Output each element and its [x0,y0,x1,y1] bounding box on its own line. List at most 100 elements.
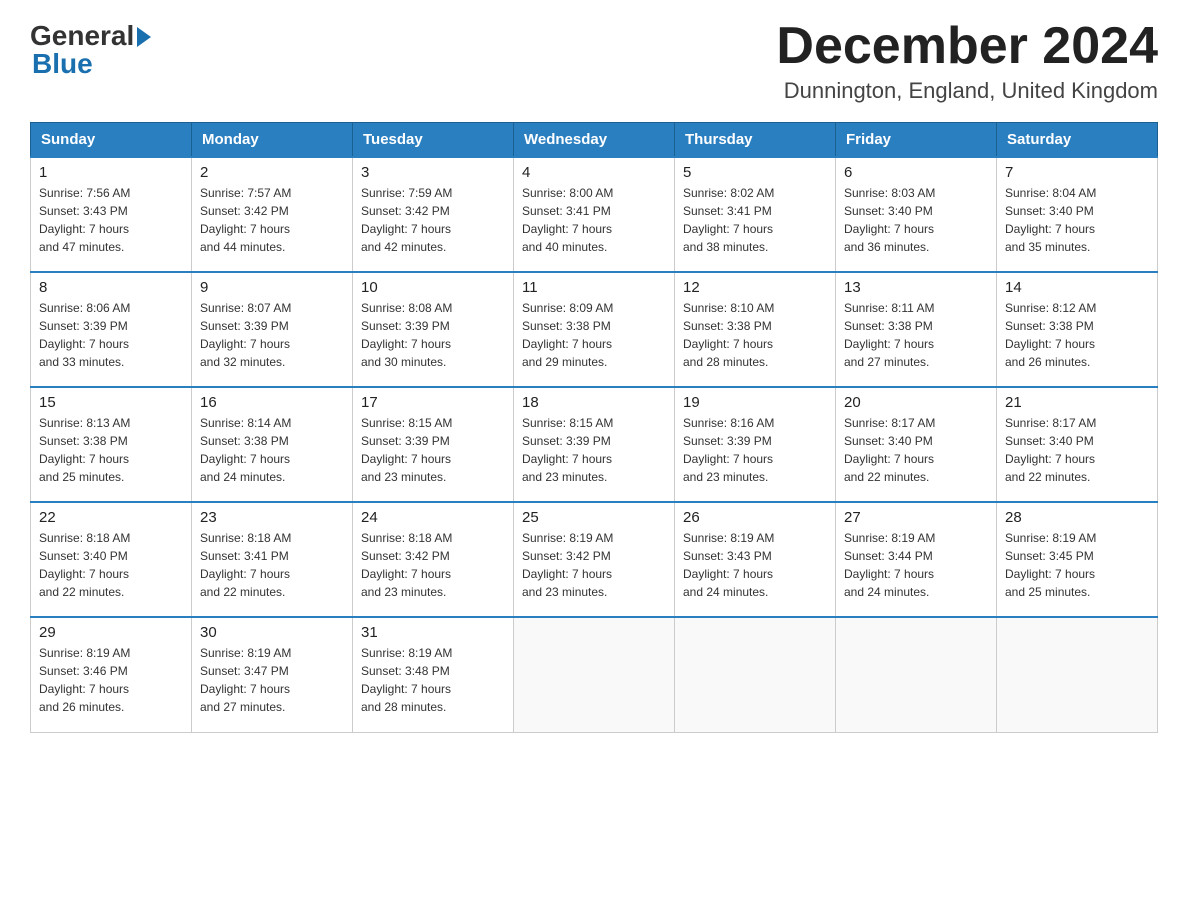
calendar-cell: 8 Sunrise: 8:06 AMSunset: 3:39 PMDaylight… [31,272,192,387]
weekday-header-tuesday: Tuesday [353,123,514,158]
calendar-cell: 29Sunrise: 8:19 AMSunset: 3:46 PMDayligh… [31,617,192,732]
weekday-header-friday: Friday [836,123,997,158]
weekday-header-sunday: Sunday [31,123,192,158]
calendar-cell: 4Sunrise: 8:00 AMSunset: 3:41 PMDaylight… [514,157,675,272]
logo-blue-text: Blue [32,48,93,80]
calendar-cell: 7Sunrise: 8:04 AMSunset: 3:40 PMDaylight… [997,157,1158,272]
day-number: 26 [683,509,827,526]
day-info: Sunrise: 8:06 AMSunset: 3:39 PMDaylight:… [39,299,183,371]
calendar-cell: 11Sunrise: 8:09 AMSunset: 3:38 PMDayligh… [514,272,675,387]
day-info: Sunrise: 8:18 AMSunset: 3:41 PMDaylight:… [200,529,344,601]
day-info: Sunrise: 8:17 AMSunset: 3:40 PMDaylight:… [844,414,988,486]
calendar-cell: 18Sunrise: 8:15 AMSunset: 3:39 PMDayligh… [514,387,675,502]
calendar-cell: 2Sunrise: 7:57 AMSunset: 3:42 PMDaylight… [192,157,353,272]
day-number: 4 [522,164,666,181]
calendar-cell [997,617,1158,732]
weekday-header-saturday: Saturday [997,123,1158,158]
day-number: 17 [361,394,505,411]
day-number: 10 [361,279,505,296]
calendar-cell: 30 Sunrise: 8:19 AMSunset: 3:47 PMDayligh… [192,617,353,732]
calendar-cell: 6Sunrise: 8:03 AMSunset: 3:40 PMDaylight… [836,157,997,272]
calendar-cell: 22 Sunrise: 8:18 AMSunset: 3:40 PMDayligh… [31,502,192,617]
calendar-body: 1Sunrise: 7:56 AMSunset: 3:43 PMDaylight… [31,157,1158,732]
logo: General Blue [30,20,151,80]
calendar-week-row: 8 Sunrise: 8:06 AMSunset: 3:39 PMDaylight… [31,272,1158,387]
calendar-cell: 5 Sunrise: 8:02 AMSunset: 3:41 PMDaylight… [675,157,836,272]
weekday-header-row: SundayMondayTuesdayWednesdayThursdayFrid… [31,123,1158,158]
title-area: December 2024 Dunnington, England, Unite… [776,20,1158,104]
calendar-header: SundayMondayTuesdayWednesdayThursdayFrid… [31,123,1158,158]
calendar-cell: 31 Sunrise: 8:19 AMSunset: 3:48 PMDayligh… [353,617,514,732]
calendar-week-row: 1Sunrise: 7:56 AMSunset: 3:43 PMDaylight… [31,157,1158,272]
calendar-cell [514,617,675,732]
day-number: 15 [39,394,183,411]
logo-arrow-icon [137,27,151,47]
day-info: Sunrise: 8:19 AMSunset: 3:48 PMDaylight:… [361,644,505,716]
day-info: Sunrise: 8:19 AMSunset: 3:42 PMDaylight:… [522,529,666,601]
calendar-cell: 27 Sunrise: 8:19 AMSunset: 3:44 PMDayligh… [836,502,997,617]
day-number: 8 [39,279,183,296]
calendar-cell: 3 Sunrise: 7:59 AMSunset: 3:42 PMDaylight… [353,157,514,272]
weekday-header-wednesday: Wednesday [514,123,675,158]
calendar-cell: 21Sunrise: 8:17 AMSunset: 3:40 PMDayligh… [997,387,1158,502]
day-number: 27 [844,509,988,526]
day-info: Sunrise: 8:18 AMSunset: 3:40 PMDaylight:… [39,529,183,601]
calendar-cell: 20 Sunrise: 8:17 AMSunset: 3:40 PMDayligh… [836,387,997,502]
header: General Blue December 2024 Dunnington, E… [30,20,1158,104]
day-info: Sunrise: 8:19 AMSunset: 3:45 PMDaylight:… [1005,529,1149,601]
day-info: Sunrise: 8:19 AMSunset: 3:47 PMDaylight:… [200,644,344,716]
month-title: December 2024 [776,20,1158,72]
calendar-cell: 24 Sunrise: 8:18 AMSunset: 3:42 PMDayligh… [353,502,514,617]
day-number: 7 [1005,164,1149,181]
day-number: 16 [200,394,344,411]
day-info: Sunrise: 7:59 AMSunset: 3:42 PMDaylight:… [361,184,505,256]
day-info: Sunrise: 8:19 AMSunset: 3:43 PMDaylight:… [683,529,827,601]
day-info: Sunrise: 8:17 AMSunset: 3:40 PMDaylight:… [1005,414,1149,486]
calendar-week-row: 22 Sunrise: 8:18 AMSunset: 3:40 PMDayligh… [31,502,1158,617]
calendar-week-row: 15 Sunrise: 8:13 AMSunset: 3:38 PMDayligh… [31,387,1158,502]
day-info: Sunrise: 8:14 AMSunset: 3:38 PMDaylight:… [200,414,344,486]
day-number: 31 [361,624,505,641]
day-info: Sunrise: 8:19 AMSunset: 3:44 PMDaylight:… [844,529,988,601]
day-number: 19 [683,394,827,411]
day-info: Sunrise: 8:07 AMSunset: 3:39 PMDaylight:… [200,299,344,371]
calendar-cell: 17Sunrise: 8:15 AMSunset: 3:39 PMDayligh… [353,387,514,502]
day-info: Sunrise: 8:10 AMSunset: 3:38 PMDaylight:… [683,299,827,371]
day-number: 9 [200,279,344,296]
calendar-cell: 23 Sunrise: 8:18 AMSunset: 3:41 PMDayligh… [192,502,353,617]
day-info: Sunrise: 7:57 AMSunset: 3:42 PMDaylight:… [200,184,344,256]
day-number: 5 [683,164,827,181]
day-info: Sunrise: 8:08 AMSunset: 3:39 PMDaylight:… [361,299,505,371]
calendar-cell: 16 Sunrise: 8:14 AMSunset: 3:38 PMDayligh… [192,387,353,502]
day-info: Sunrise: 8:09 AMSunset: 3:38 PMDaylight:… [522,299,666,371]
day-info: Sunrise: 8:13 AMSunset: 3:38 PMDaylight:… [39,414,183,486]
day-number: 23 [200,509,344,526]
calendar-cell: 19Sunrise: 8:16 AMSunset: 3:39 PMDayligh… [675,387,836,502]
day-number: 28 [1005,509,1149,526]
day-number: 20 [844,394,988,411]
calendar-cell: 26 Sunrise: 8:19 AMSunset: 3:43 PMDayligh… [675,502,836,617]
day-info: Sunrise: 7:56 AMSunset: 3:43 PMDaylight:… [39,184,183,256]
day-info: Sunrise: 8:03 AMSunset: 3:40 PMDaylight:… [844,184,988,256]
day-number: 18 [522,394,666,411]
weekday-header-thursday: Thursday [675,123,836,158]
calendar-cell: 12Sunrise: 8:10 AMSunset: 3:38 PMDayligh… [675,272,836,387]
calendar-cell: 28 Sunrise: 8:19 AMSunset: 3:45 PMDayligh… [997,502,1158,617]
weekday-header-monday: Monday [192,123,353,158]
calendar-cell: 9 Sunrise: 8:07 AMSunset: 3:39 PMDaylight… [192,272,353,387]
day-number: 24 [361,509,505,526]
day-number: 22 [39,509,183,526]
day-info: Sunrise: 8:18 AMSunset: 3:42 PMDaylight:… [361,529,505,601]
day-number: 3 [361,164,505,181]
calendar-cell: 15 Sunrise: 8:13 AMSunset: 3:38 PMDayligh… [31,387,192,502]
calendar-cell: 10 Sunrise: 8:08 AMSunset: 3:39 PMDayligh… [353,272,514,387]
calendar-cell: 1Sunrise: 7:56 AMSunset: 3:43 PMDaylight… [31,157,192,272]
location-title: Dunnington, England, United Kingdom [776,78,1158,104]
calendar-cell: 13 Sunrise: 8:11 AMSunset: 3:38 PMDayligh… [836,272,997,387]
day-info: Sunrise: 8:19 AMSunset: 3:46 PMDaylight:… [39,644,183,716]
day-info: Sunrise: 8:11 AMSunset: 3:38 PMDaylight:… [844,299,988,371]
day-info: Sunrise: 8:12 AMSunset: 3:38 PMDaylight:… [1005,299,1149,371]
day-info: Sunrise: 8:02 AMSunset: 3:41 PMDaylight:… [683,184,827,256]
day-number: 13 [844,279,988,296]
day-number: 30 [200,624,344,641]
